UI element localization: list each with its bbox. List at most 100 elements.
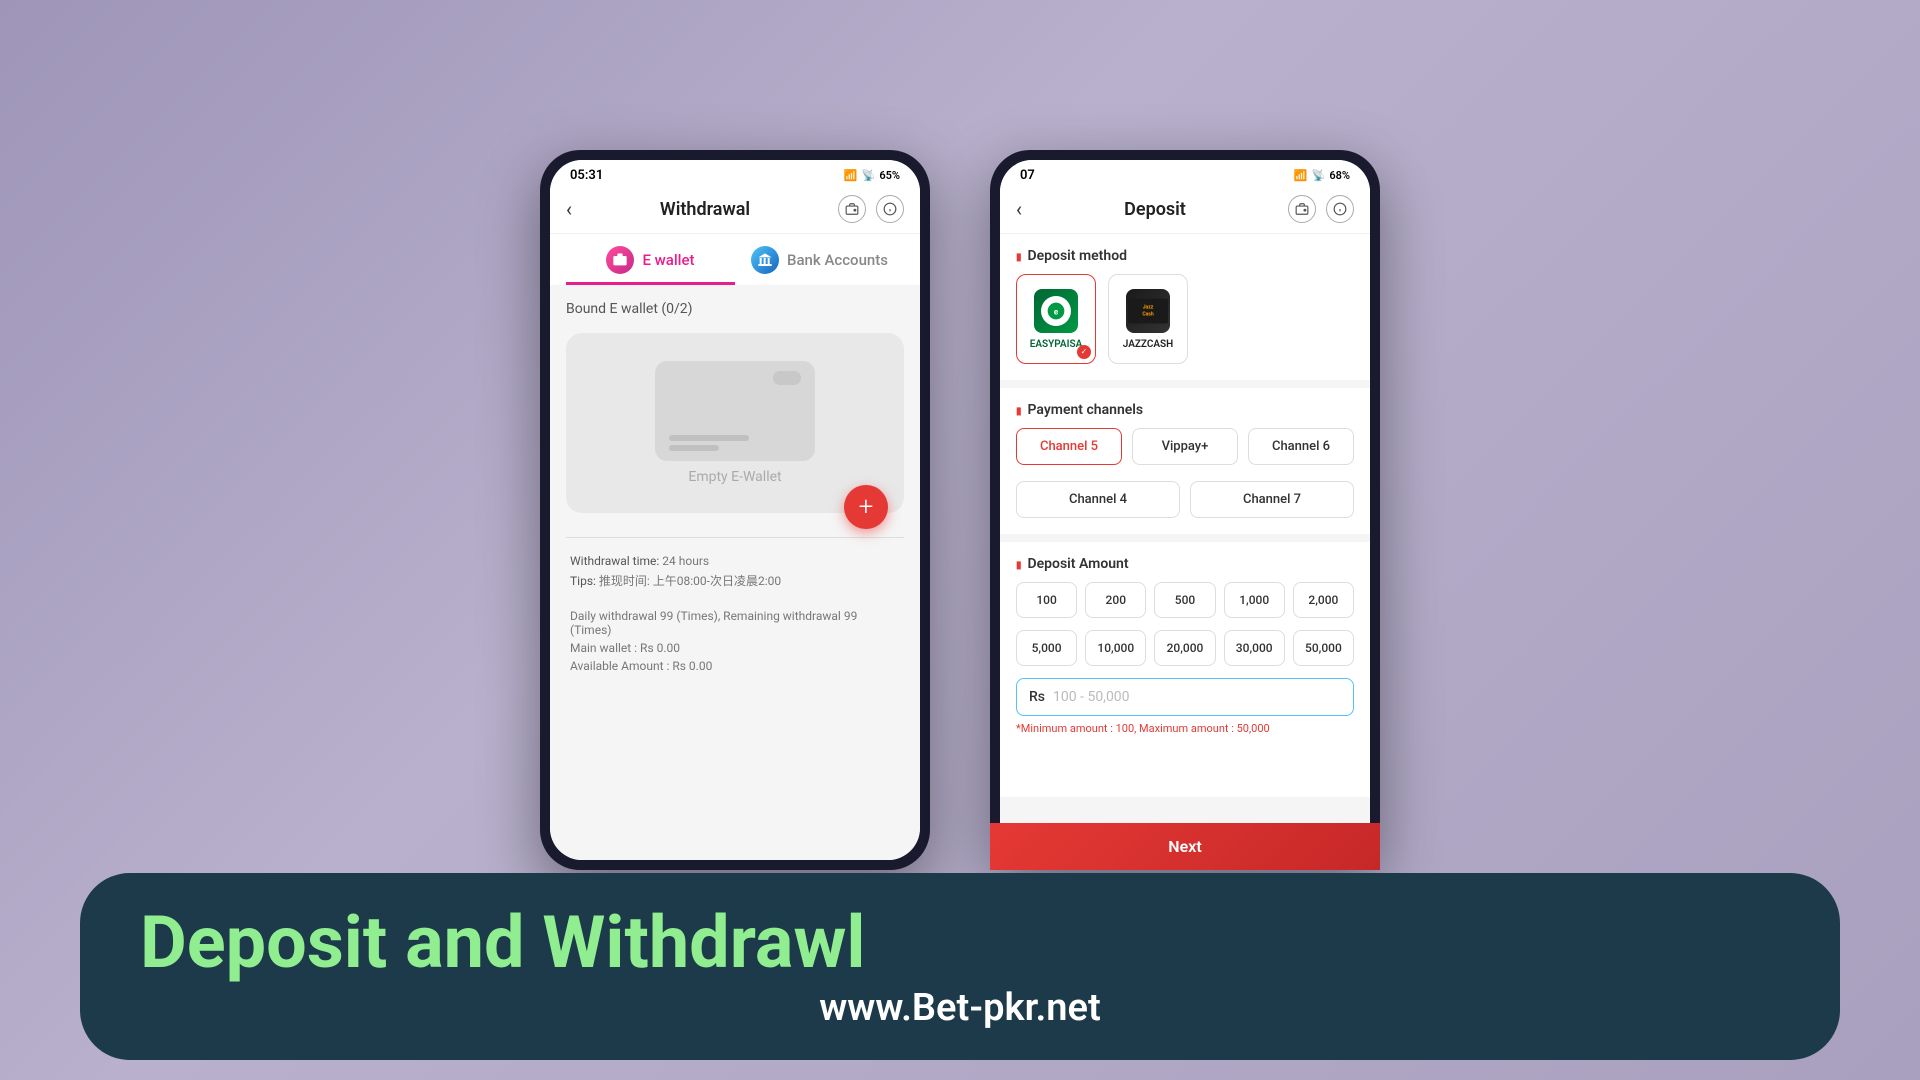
deposit-title: Deposit bbox=[1124, 199, 1186, 220]
amount-500[interactable]: 500 bbox=[1154, 582, 1215, 618]
amount-100[interactable]: 100 bbox=[1016, 582, 1077, 618]
tips-value: 推现时间: 上午08:00-次日凌晨2:00 bbox=[599, 574, 781, 588]
easypaisa-icon: e bbox=[1041, 296, 1071, 326]
easypaisa-label: EASYPAISA bbox=[1030, 339, 1083, 350]
svg-text:Jazz: Jazz bbox=[1143, 304, 1154, 310]
header-deposit: ‹ Deposit bbox=[1000, 187, 1370, 234]
info-icon-left[interactable] bbox=[876, 195, 904, 223]
amount-1000[interactable]: 1,000 bbox=[1224, 582, 1285, 618]
easypaisa-method[interactable]: e EASYPAISA bbox=[1016, 274, 1096, 364]
card-line-2 bbox=[669, 445, 719, 451]
available-amount-row: Available Amount : Rs 0.00 bbox=[570, 659, 900, 673]
withdrawal-info: Withdrawal time: 24 hours Tips: 推现时间: 上午… bbox=[566, 554, 904, 673]
payment-methods-row: e EASYPAISA Jazz Cash bbox=[1000, 274, 1370, 380]
wallet-icon-left[interactable] bbox=[838, 195, 866, 223]
vippay-btn[interactable]: Vippay+ bbox=[1132, 428, 1238, 465]
phone-withdrawal: 05:31 📶 📡 65% ‹ Withdrawal bbox=[540, 150, 930, 870]
card-toggle bbox=[773, 371, 801, 385]
wifi-icon-left: 📶 bbox=[844, 169, 858, 182]
wallet-icon-right[interactable] bbox=[1288, 195, 1316, 223]
header-icons-right bbox=[1288, 195, 1354, 223]
bank-tab-label: Bank Accounts bbox=[787, 251, 888, 269]
channel-4-btn[interactable]: Channel 4 bbox=[1016, 481, 1180, 518]
deposit-body: Deposit method e EA bbox=[1000, 234, 1370, 797]
svg-text:e: e bbox=[1054, 307, 1059, 317]
daily-withdrawal-row: Daily withdrawal 99 (Times), Remaining w… bbox=[570, 609, 900, 637]
withdrawal-body: Bound E wallet (0/2) Empty E bbox=[550, 285, 920, 693]
jazzcash-logo: Jazz Cash bbox=[1126, 289, 1170, 333]
header-withdrawal: ‹ Withdrawal bbox=[550, 187, 920, 234]
amount-20000[interactable]: 20,000 bbox=[1154, 630, 1215, 666]
svg-text:Cash: Cash bbox=[1142, 311, 1154, 317]
bound-ewallet-label: Bound E wallet (0/2) bbox=[566, 301, 904, 317]
deposit-method-title: Deposit method bbox=[1000, 234, 1370, 274]
status-icons-right: 📶 📡 68% bbox=[1294, 169, 1350, 182]
separator-2 bbox=[1000, 534, 1370, 542]
ewallet-tab-icon bbox=[606, 246, 634, 274]
easypaisa-logo: e bbox=[1034, 289, 1078, 333]
signal-icon-right: 📡 bbox=[1312, 169, 1326, 182]
channels-row-2: Channel 4 Channel 7 bbox=[1000, 481, 1370, 534]
channels-row-1: Channel 5 Vippay+ Channel 6 bbox=[1000, 428, 1370, 481]
phones-container: 05:31 📶 📡 65% ‹ Withdrawal bbox=[540, 150, 1380, 870]
empty-wallet-card: Empty E-Wallet + bbox=[566, 333, 904, 513]
amount-5000[interactable]: 5,000 bbox=[1016, 630, 1077, 666]
separator-1 bbox=[1000, 380, 1370, 388]
rs-currency-label: Rs bbox=[1029, 689, 1045, 705]
amount-10000[interactable]: 10,000 bbox=[1085, 630, 1146, 666]
amount-input-row[interactable]: Rs 100 - 50,000 bbox=[1016, 678, 1354, 716]
amounts-row-1: 100 200 500 1,000 2,000 bbox=[1000, 582, 1370, 630]
add-wallet-button[interactable]: + bbox=[844, 485, 888, 529]
next-button[interactable]: Next bbox=[1000, 823, 1370, 860]
time-right: 07 bbox=[1020, 168, 1035, 183]
channel-5-btn[interactable]: Channel 5 bbox=[1016, 428, 1122, 465]
card-lines bbox=[669, 435, 801, 451]
card-mockup-top bbox=[669, 371, 801, 385]
amount-30000[interactable]: 30,000 bbox=[1224, 630, 1285, 666]
amount-50000[interactable]: 50,000 bbox=[1293, 630, 1354, 666]
tab-ewallet[interactable]: E wallet bbox=[566, 234, 735, 285]
status-bar-right: 07 📶 📡 68% bbox=[1000, 160, 1370, 187]
amounts-row-2: 5,000 10,000 20,000 30,000 50,000 bbox=[1000, 630, 1370, 678]
info-icon-right[interactable] bbox=[1326, 195, 1354, 223]
battery-left: 65% bbox=[879, 169, 900, 182]
battery-right: 68% bbox=[1329, 169, 1350, 182]
withdrawal-title: Withdrawal bbox=[660, 199, 750, 220]
status-bar-left: 05:31 📶 📡 65% bbox=[550, 160, 920, 187]
banner-title: Deposit and Withdrawl bbox=[140, 903, 865, 982]
jazzcash-method[interactable]: Jazz Cash JAZZCASH bbox=[1108, 274, 1188, 364]
ewallet-tab-label: E wallet bbox=[642, 251, 694, 269]
withdrawal-time-label: Withdrawal time: bbox=[570, 554, 659, 568]
withdrawal-screen-content: Bound E wallet (0/2) Empty E bbox=[550, 285, 920, 860]
amount-2000[interactable]: 2,000 bbox=[1293, 582, 1354, 618]
bank-tab-icon bbox=[751, 246, 779, 274]
min-max-text: *Minimum amount : 100, Maximum amount : … bbox=[1000, 716, 1370, 747]
back-button-left[interactable]: ‹ bbox=[566, 197, 572, 221]
withdrawal-time-value: 24 hours bbox=[662, 554, 709, 568]
amount-200[interactable]: 200 bbox=[1085, 582, 1146, 618]
deposit-amount-title: Deposit Amount bbox=[1000, 542, 1370, 582]
tips-label: Tips: bbox=[570, 574, 596, 588]
back-button-right[interactable]: ‹ bbox=[1016, 197, 1022, 221]
phone-withdrawal-screen: 05:31 📶 📡 65% ‹ Withdrawal bbox=[550, 160, 920, 860]
amount-input-placeholder: 100 - 50,000 bbox=[1053, 689, 1130, 705]
wifi-icon-right: 📶 bbox=[1294, 169, 1308, 182]
main-wallet-row: Main wallet : Rs 0.00 bbox=[570, 641, 900, 655]
time-left: 05:31 bbox=[570, 168, 603, 183]
empty-wallet-text: Empty E-Wallet bbox=[688, 469, 781, 485]
phone-deposit: 07 📶 📡 68% ‹ Deposit bbox=[990, 150, 1380, 870]
divider-withdrawal bbox=[566, 537, 904, 538]
payment-channels-title: Payment channels bbox=[1000, 388, 1370, 428]
phone-deposit-screen: 07 📶 📡 68% ‹ Deposit bbox=[1000, 160, 1370, 860]
spacer bbox=[1000, 747, 1370, 797]
channel-7-btn[interactable]: Channel 7 bbox=[1190, 481, 1354, 518]
header-icons-left bbox=[838, 195, 904, 223]
status-icons-left: 📶 📡 65% bbox=[844, 169, 900, 182]
tab-bank[interactable]: Bank Accounts bbox=[735, 234, 904, 285]
channel-6-btn[interactable]: Channel 6 bbox=[1248, 428, 1354, 465]
signal-icon-left: 📡 bbox=[862, 169, 876, 182]
tips-row: Tips: 推现时间: 上午08:00-次日凌晨2:00 bbox=[570, 572, 900, 589]
deposit-screen-content: Deposit method e EA bbox=[1000, 234, 1370, 860]
jazzcash-label: JAZZCASH bbox=[1123, 339, 1174, 350]
withdrawal-time-row: Withdrawal time: 24 hours bbox=[570, 554, 900, 568]
